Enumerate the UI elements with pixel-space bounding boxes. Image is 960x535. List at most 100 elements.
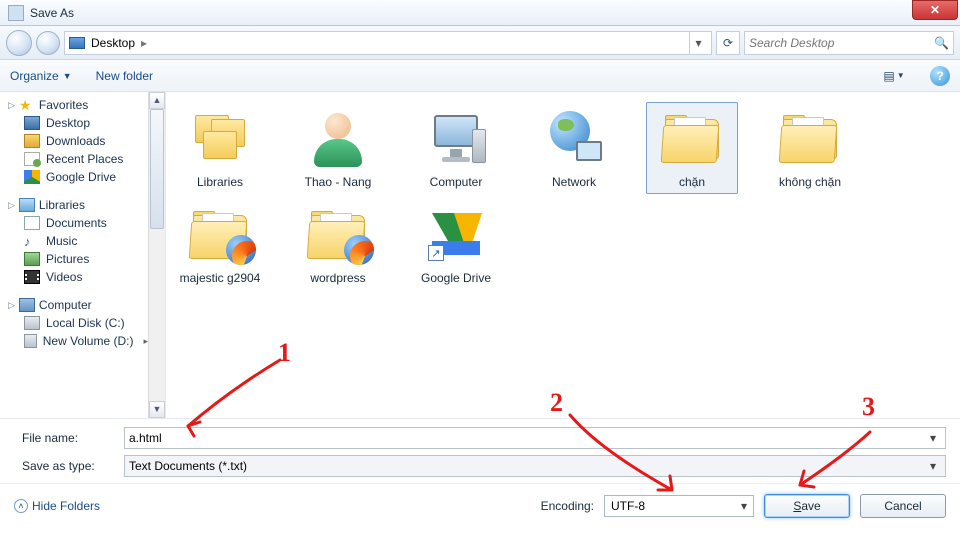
grid-item[interactable]: Computer [410,102,502,194]
scroll-down-button[interactable]: ▼ [149,401,165,418]
grid-item[interactable]: Network [528,102,620,194]
organize-button[interactable]: Organize ▼ [10,69,72,83]
grid-item[interactable]: ↗ Google Drive [410,198,502,290]
title-bar: Save As ✕ [0,0,960,26]
search-input[interactable] [749,36,934,50]
grid-item-label: Network [552,175,596,189]
grid-item-label: Google Drive [421,271,491,285]
filename-label: File name: [14,431,124,445]
savetype-field[interactable]: Text Documents (*.txt) ▾ [124,455,946,477]
sidebar-item-downloads[interactable]: Downloads [8,132,148,150]
libraries-icon [189,113,251,165]
content: ▷ ★ Favorites Desktop Downloads Recent P… [0,92,960,418]
grid-item-label: Libraries [197,175,243,189]
sidebar-group-label: Computer [39,298,92,312]
sidebar-group-computer[interactable]: ▷ Computer [8,298,148,312]
caret-icon: ▷ [8,200,15,211]
hide-folders-button[interactable]: ˄ Hide Folders [14,499,100,513]
sidebar-item-desktop[interactable]: Desktop [8,114,148,132]
caret-icon: ▷ [8,300,15,311]
star-icon: ★ [19,98,35,112]
network-icon [544,111,604,167]
breadcrumb-dropdown[interactable]: ▾ [689,32,707,54]
sidebar-item-documents[interactable]: Documents [8,214,148,232]
folder-icon [662,115,722,163]
grid-item[interactable]: majestic g2904 [174,198,266,290]
sidebar-item-gdrive[interactable]: Google Drive [8,168,148,186]
recent-icon [24,152,40,166]
chevron-down-icon[interactable]: ▾ [925,431,941,445]
search-icon: 🔍 [934,36,949,50]
gdrive-shortcut-icon: ↗ [426,207,486,263]
new-folder-button[interactable]: New folder [96,69,153,83]
filename-field[interactable]: ▾ [124,427,946,449]
computer-icon [426,111,486,167]
breadcrumb-segment[interactable]: Desktop [91,36,135,50]
folder-icon [780,115,840,163]
toolbar: Organize ▼ New folder ▤ ▼ ? [0,60,960,92]
sidebar-item-recent[interactable]: Recent Places [8,150,148,168]
sidebar-item-disk-d[interactable]: New Volume (D:)▸ [8,332,148,350]
grid-item[interactable]: Thao - Nang [292,102,384,194]
sidebar-item-label: Desktop [46,116,90,130]
sidebar-scrollbar[interactable]: ▲ ▼ [148,92,165,418]
caret-icon: ▷ [8,100,15,111]
sidebar-item-label: Pictures [46,252,89,266]
organize-label: Organize [10,69,59,83]
sidebar-item-label: Google Drive [46,170,116,184]
sidebar-item-music[interactable]: ♪ Music [8,232,148,250]
sidebar-group-libraries[interactable]: ▷ Libraries [8,198,148,212]
grid-item[interactable]: wordpress [292,198,384,290]
footer: ˄ Hide Folders Encoding: UTF-8 ▾ Save Ca… [0,483,960,527]
scroll-thumb[interactable] [150,109,164,229]
hide-folders-label: Hide Folders [32,499,100,513]
back-button[interactable] [6,30,32,56]
desktop-icon [24,116,40,130]
savetype-label: Save as type: [14,459,124,473]
gdrive-icon [24,170,40,184]
new-folder-label: New folder [96,69,153,83]
scroll-up-button[interactable]: ▲ [149,92,165,109]
refresh-button[interactable]: ⟳ [716,31,740,55]
filename-input[interactable] [129,431,925,445]
grid-item[interactable]: chặn [646,102,738,194]
grid-item-label: không chặn [779,175,841,189]
libraries-icon [19,198,35,212]
chevron-right-icon[interactable]: ▸ [141,36,147,50]
chevron-down-icon: ▼ [63,71,72,81]
sidebar-group-label: Libraries [39,198,85,212]
chevron-down-icon[interactable]: ▾ [741,499,747,513]
sidebar-item-videos[interactable]: Videos [8,268,148,286]
encoding-label: Encoding: [541,499,594,513]
sidebar-item-pictures[interactable]: Pictures [8,250,148,268]
close-button[interactable]: ✕ [912,0,958,20]
window-title: Save As [30,6,912,20]
file-grid[interactable]: Libraries Thao - Nang Computer Network chặn k… [166,92,960,418]
save-fields: File name: ▾ Save as type: Text Document… [0,418,960,483]
sidebar-item-label: Music [46,234,77,248]
sidebar-group-favorites[interactable]: ▷ ★ Favorites [8,98,148,112]
sidebar-item-label: Local Disk (C:) [46,316,125,330]
grid-item-label: chặn [679,175,705,189]
music-icon: ♪ [24,234,40,248]
chevron-down-icon[interactable]: ▾ [925,459,941,473]
sidebar-item-disk-c[interactable]: Local Disk (C:) [8,314,148,332]
save-button[interactable]: Save [764,494,850,518]
sidebar-item-label: Documents [46,216,107,230]
folder-icon [308,211,368,259]
help-button[interactable]: ? [930,66,950,86]
desktop-icon [69,37,85,49]
cancel-button[interactable]: Cancel [860,494,946,518]
forward-button[interactable] [36,31,60,55]
grid-item[interactable]: không chặn [764,102,856,194]
sidebar-item-label: New Volume (D:) [43,334,134,348]
search-box[interactable]: 🔍 [744,31,954,55]
document-icon [24,216,40,230]
view-button[interactable]: ▤ ▼ [882,65,906,87]
save-label: ave [801,499,820,513]
grid-item[interactable]: Libraries [174,102,266,194]
breadcrumb[interactable]: Desktop ▸ ▾ [64,31,712,55]
encoding-select[interactable]: UTF-8 ▾ [604,495,754,517]
sidebar-item-label: Videos [46,270,82,284]
encoding-value: UTF-8 [611,499,645,513]
